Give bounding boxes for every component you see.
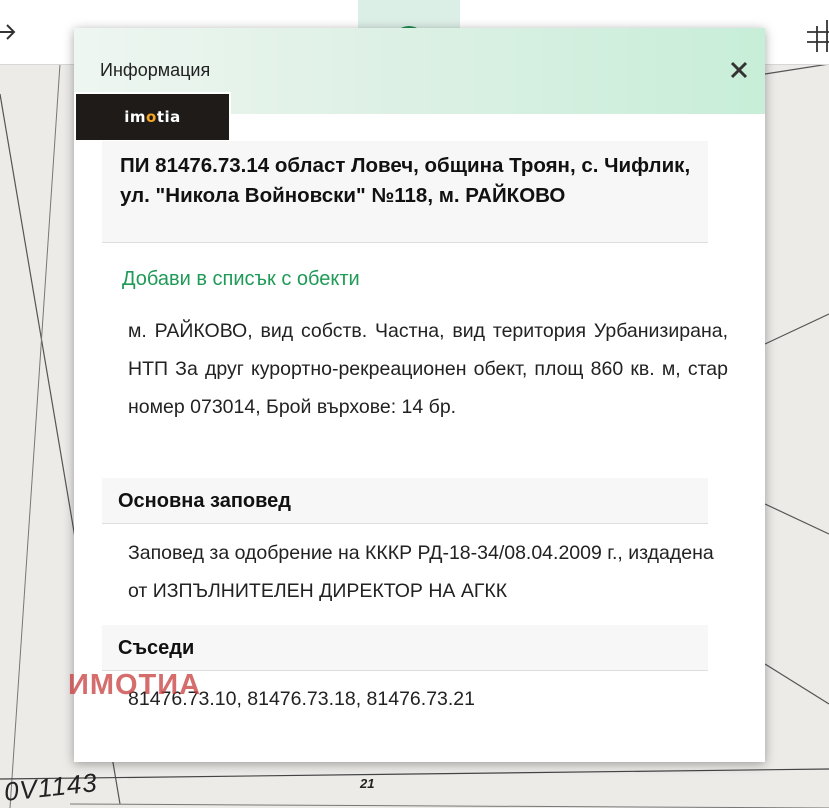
parcel-title: ПИ 81476.73.14 област Ловеч, община Троя… — [102, 141, 708, 243]
close-button[interactable] — [725, 56, 753, 84]
parcel-description: м. РАЙКОВО, вид собств. Частна, вид тери… — [128, 320, 728, 418]
tool-grid[interactable] — [780, 0, 829, 64]
watermark: ИМОТИА — [68, 669, 202, 701]
map-parcel-number: 21 — [360, 776, 375, 791]
grid-icon — [807, 20, 829, 52]
logo: imotia — [74, 92, 231, 142]
order-text: Заповед за одобрение на КККР РД-18-34/08… — [128, 542, 714, 602]
info-dialog: Информация imotia ПИ 81476.73.14 област … — [68, 28, 765, 762]
tool-arrow[interactable] — [0, 0, 50, 64]
neighbors-text: 81476.73.10, 81476.73.18, 81476.73.21 — [128, 688, 475, 710]
logo-text: imotia — [124, 108, 181, 126]
neighbors-heading: Съседи — [102, 625, 708, 671]
arrow-icon — [0, 24, 16, 40]
close-icon — [730, 61, 748, 79]
order-heading: Основна заповед — [102, 478, 708, 524]
add-to-list-link[interactable]: Добави в списък с обекти — [122, 268, 360, 291]
dialog-title: Информация — [100, 60, 211, 80]
